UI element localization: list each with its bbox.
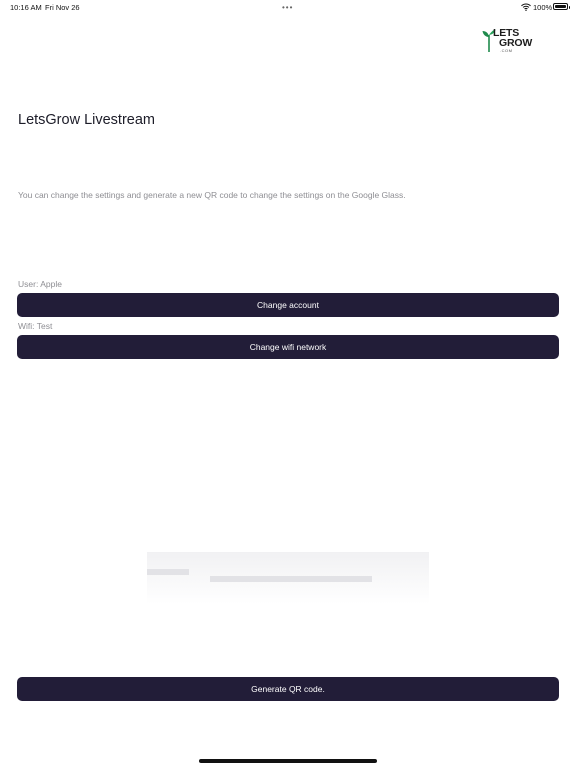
- settings-description: You can change the settings and generate…: [18, 190, 406, 200]
- wifi-label: Wifi: Test: [18, 321, 53, 331]
- home-indicator[interactable]: [199, 759, 377, 763]
- battery-level-fill: [555, 5, 566, 8]
- multitasking-dots-icon[interactable]: •••: [282, 3, 293, 12]
- user-label: User: Apple: [18, 279, 62, 289]
- letsgrow-settings-screen: 10:16 AM Fri Nov 26 ••• 100% LETS GROW .…: [0, 0, 576, 768]
- battery-percentage: 100%: [533, 3, 553, 12]
- qr-code-placeholder: [147, 552, 429, 604]
- page-title: LetsGrow Livestream: [18, 112, 155, 128]
- wifi-icon: [521, 3, 531, 11]
- status-time: 10:16 AM: [10, 3, 42, 12]
- battery-icon: [553, 3, 570, 10]
- generate-qr-code-button[interactable]: Generate QR code.: [17, 677, 559, 701]
- change-account-button[interactable]: Change account: [17, 293, 559, 317]
- placeholder-bar: [210, 576, 372, 582]
- placeholder-bar: [147, 569, 189, 575]
- logo-text-grow: GROW: [499, 37, 533, 49]
- status-date: Fri Nov 26: [45, 3, 80, 12]
- change-wifi-button[interactable]: Change wifi network: [17, 335, 559, 359]
- letsgrow-logo: LETS GROW .COM: [482, 26, 532, 54]
- logo-text-com: .COM: [500, 48, 513, 53]
- status-bar: 10:16 AM Fri Nov 26 ••• 100%: [0, 0, 576, 14]
